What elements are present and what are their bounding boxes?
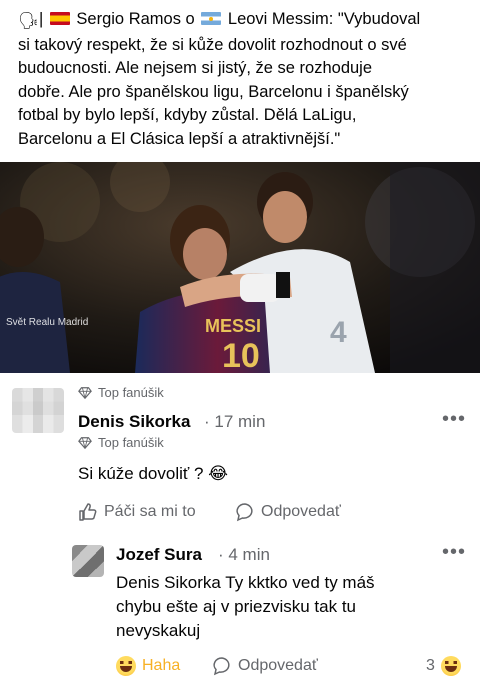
reply-label: Odpovedať	[261, 503, 341, 520]
post-line-1-a: |	[38, 10, 48, 28]
post-line-1-b: Sergio Ramos o	[71, 10, 200, 28]
top-fan-label: Top fanúšik	[98, 435, 164, 450]
more-options-icon[interactable]: •••	[442, 408, 466, 431]
post-line-6: Barcelonu a El Clásica lepší a atraktivn…	[18, 129, 341, 148]
like-button[interactable]: Páči sa mi to	[78, 502, 196, 522]
post-caption: 🗣| Sergio Ramos o Leovi Messim: "Vybudov…	[18, 8, 474, 151]
post-photo[interactable]: MESSI 10 4 Svět Realu Madrid	[0, 162, 480, 373]
players-illustration: MESSI 10 4	[0, 162, 480, 373]
post-line-4: dobře. Ale pro španělskou ligu, Barcelon…	[18, 82, 409, 101]
thumbs-up-icon	[79, 503, 97, 521]
haha-emoji-icon	[116, 656, 136, 676]
reply-avatar[interactable]	[72, 545, 104, 577]
haha-count-emoji-icon	[440, 656, 461, 676]
post-line-2: si takový respekt, že si kůže dovolit ro…	[18, 35, 407, 54]
photo-watermark: Svět Realu Madrid	[6, 317, 89, 328]
reply-text-line-3: nevyskakuj	[116, 621, 201, 640]
reply-reply-button[interactable]: Odpovedať	[212, 656, 318, 676]
reply-more-options-icon[interactable]: •••	[442, 541, 466, 564]
comment-text: Si kúže dovoliť ? 😂	[78, 464, 229, 483]
speech-bubble-icon	[213, 657, 230, 676]
haha-label: Haha	[142, 657, 181, 674]
avatar[interactable]	[12, 388, 64, 433]
speaking-head-icon: 🗣	[18, 12, 39, 30]
reply-time[interactable]: · 4 min	[218, 545, 270, 565]
reaction-count[interactable]: 3	[426, 656, 461, 676]
reply-reply-label: Odpovedať	[238, 657, 318, 674]
post-line-1-c: Leovi Messim: "Vybudoval	[223, 10, 421, 28]
post-line-5: fotbal by bylo lepší, kdyby zůstal. Dělá…	[18, 106, 357, 124]
post-line-3: budoucnosti. Ale nejsem si jistý, že se …	[18, 59, 373, 77]
reply-text-line-2: chybu ešte aj v priezvisku tak tu	[116, 597, 357, 616]
jersey-number: 10	[222, 337, 260, 373]
argentina-flag-icon	[201, 12, 222, 25]
reply-text: Denis Sikorka Ty kktko ved ty máš chybu …	[116, 571, 375, 643]
diamond-icon	[78, 436, 92, 449]
diamond-icon	[78, 386, 92, 399]
comment-author[interactable]: Denis Sikorka	[78, 412, 190, 432]
reply-button[interactable]: Odpovedať	[235, 502, 341, 522]
post-line-1: 🗣| Sergio Ramos o Leovi Messim: "Vybudov…	[18, 8, 474, 34]
svg-text:4: 4	[330, 316, 347, 349]
reply-author[interactable]: Jozef Sura	[116, 545, 202, 565]
reaction-count-value: 3	[426, 657, 435, 674]
spain-flag-icon	[49, 12, 70, 25]
jersey-name: MESSI	[205, 316, 261, 336]
top-fan-badge: Top fanúšik	[78, 385, 164, 400]
comment-time[interactable]: · 17 min	[204, 412, 265, 432]
top-fan-badge-2: Top fanúšik	[78, 435, 164, 450]
reply-text-line-1: Denis Sikorka Ty kktko ved ty máš	[116, 573, 375, 592]
speech-bubble-icon	[236, 503, 253, 522]
haha-reaction-button[interactable]: Haha	[116, 656, 180, 676]
like-label: Páči sa mi to	[104, 503, 196, 520]
top-fan-label: Top fanúšik	[98, 385, 164, 400]
